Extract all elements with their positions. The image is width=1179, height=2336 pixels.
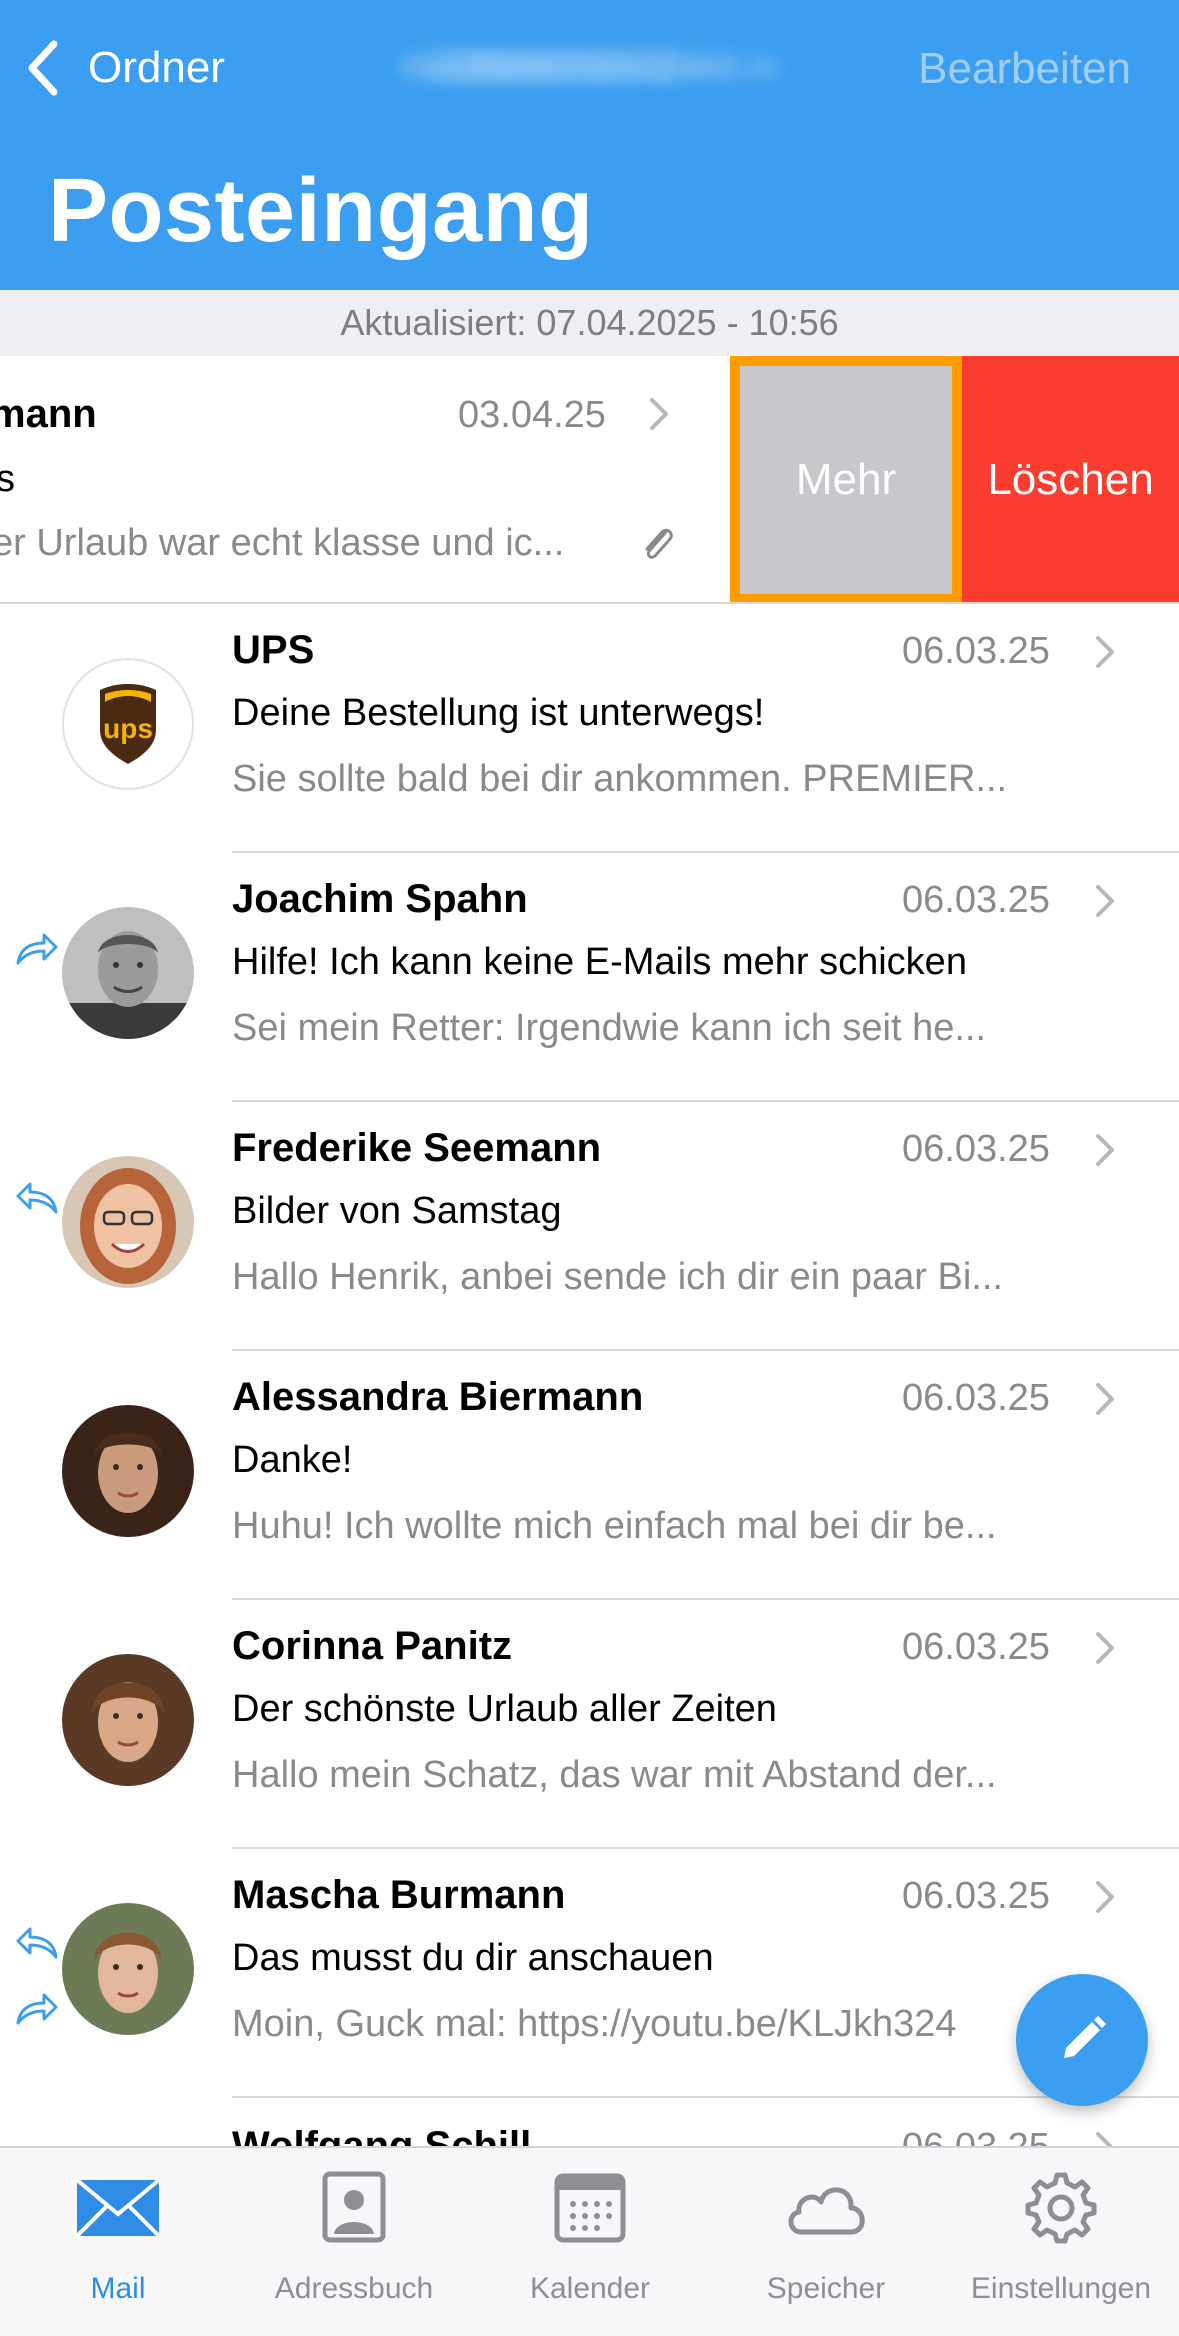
back-button[interactable]: Ordner	[22, 36, 225, 100]
last-updated-status: Aktualisiert: 07.04.2025 - 10:56	[0, 290, 1179, 356]
mail-preview: Hallo mein Schatz, das war mit Abstand d…	[232, 1754, 997, 1796]
mail-date: 06.03.25	[902, 1875, 1050, 1917]
mail-date: 06.03.25	[902, 630, 1050, 672]
mail-sender: Mascha Burmann	[232, 1873, 566, 1917]
mail-sender: Joachim Spahn	[232, 877, 528, 921]
mail-icon	[75, 2178, 161, 2238]
chevron-right-icon	[1096, 2132, 1113, 2146]
tab-mail[interactable]: Mail	[0, 2148, 236, 2336]
swiped-mail-row[interactable]: mann 03.04.25 s er Urlaub war echt klass…	[0, 356, 1179, 604]
calendar-icon	[554, 2173, 626, 2243]
mail-date: 06.03.25	[902, 1377, 1050, 1419]
mail-subject: Danke!	[232, 1439, 353, 1481]
avatar	[62, 1405, 194, 1537]
mail-sender: Alessandra Biermann	[232, 1375, 644, 1419]
person-photo-icon	[62, 1405, 194, 1537]
mail-subject: Das musst du dir anschauen	[232, 1937, 714, 1979]
person-photo-icon	[62, 907, 194, 1039]
list-item[interactable]: Corinna Panitz 06.03.25 Der schönste Url…	[0, 1600, 1179, 1849]
navigation-header: Ordner max.mustermann@web.de Bearbeiten …	[0, 0, 1179, 290]
person-photo-icon	[62, 1156, 194, 1288]
avatar	[62, 907, 194, 1039]
account-address: max.mustermann@web.de	[400, 48, 780, 84]
swiped-mail-content[interactable]: mann 03.04.25 s er Urlaub war echt klass…	[0, 356, 730, 602]
tab-storage[interactable]: Speicher	[708, 2148, 944, 2336]
list-item[interactable]: Frederike Seemann 06.03.25 Bilder von Sa…	[0, 1102, 1179, 1351]
mail-subject: s	[0, 458, 15, 501]
chevron-right-icon	[1096, 1881, 1114, 1913]
compose-button[interactable]	[1016, 1974, 1148, 2106]
list-item[interactable]: Mascha Burmann 06.03.25 Das musst du dir…	[0, 1849, 1179, 2098]
mail-date: 06.03.25	[902, 1128, 1050, 1170]
mail-sender: UPS	[232, 628, 315, 672]
mail-date: 06.03.25	[902, 2126, 1050, 2146]
replied-icon	[16, 1182, 58, 1214]
pencil-icon	[1064, 2016, 1106, 2058]
edit-button[interactable]: Bearbeiten	[918, 44, 1131, 94]
mail-preview: er Urlaub war echt klasse und ic...	[0, 522, 565, 564]
mail-subject: Hilfe! Ich kann keine E-Mails mehr schic…	[232, 941, 967, 983]
mail-preview: Sie sollte bald bei dir ankommen. PREMIE…	[232, 758, 1008, 800]
more-action-button[interactable]: Mehr	[730, 356, 962, 602]
avatar	[62, 1156, 194, 1288]
chevron-right-icon	[1096, 1632, 1114, 1664]
list-item[interactable]: Alessandra Biermann 06.03.25 Danke! Huhu…	[0, 1351, 1179, 1600]
chevron-right-icon	[1096, 1134, 1114, 1166]
avatar: ups	[62, 658, 194, 790]
svg-text:ups: ups	[103, 713, 153, 744]
tab-settings[interactable]: Einstellungen	[943, 2148, 1179, 2336]
tab-label: Mail	[90, 2272, 146, 2305]
person-photo-icon	[62, 1654, 194, 1786]
tab-calendar[interactable]: Kalender	[472, 2148, 708, 2336]
avatar	[62, 1903, 194, 2035]
mail-sender: mann	[0, 392, 97, 436]
mail-date: 06.03.25	[902, 879, 1050, 921]
list-item[interactable]: Joachim Spahn 06.03.25 Hilfe! Ich kann k…	[0, 853, 1179, 1102]
tab-label: Kalender	[529, 2272, 651, 2305]
mail-date: 03.04.25	[458, 394, 606, 436]
contact-icon	[322, 2171, 386, 2243]
mail-date: 06.03.25	[902, 1626, 1050, 1668]
mail-preview: Sei mein Retter: Irgendwie kann ich seit…	[232, 1007, 987, 1049]
chevron-right-icon	[650, 398, 668, 430]
chevron-right-icon	[1096, 1383, 1114, 1415]
tab-addressbook[interactable]: Adressbuch	[236, 2148, 472, 2336]
list-item[interactable]: Wolfgang Schill 06.03.25	[0, 2100, 1179, 2146]
chevron-right-icon	[1096, 885, 1114, 917]
mail-preview: Huhu! Ich wollte mich einfach mal bei di…	[232, 1505, 997, 1547]
back-label: Ordner	[88, 43, 225, 92]
row-divider	[232, 2096, 1179, 2098]
replied-icon	[16, 1927, 58, 1959]
mail-preview: Hallo Henrik, anbei sende ich dir ein pa…	[232, 1256, 1003, 1298]
gear-icon	[1025, 2172, 1097, 2244]
tab-label: Adressbuch	[274, 2272, 434, 2305]
mail-subject: Deine Bestellung ist unterwegs!	[232, 692, 765, 734]
mail-subject: Der schönste Urlaub aller Zeiten	[232, 1688, 777, 1730]
tab-label: Speicher	[766, 2272, 886, 2305]
chevron-right-icon	[1096, 636, 1114, 668]
mail-sender: Corinna Panitz	[232, 1624, 513, 1668]
tab-bar: Mail Adressbuch Kalender Speicher Einste…	[0, 2146, 1179, 2336]
page-title: Posteingang	[48, 161, 594, 261]
ups-logo-icon: ups	[100, 684, 156, 764]
cloud-icon	[788, 2187, 865, 2235]
chevron-left-icon	[28, 40, 58, 96]
forwarded-icon	[16, 1993, 58, 2025]
person-photo-icon	[62, 1903, 194, 2035]
mail-sender: Wolfgang Schill	[232, 2124, 532, 2146]
avatar	[62, 1654, 194, 1786]
list-item[interactable]: ups UPS 06.03.25 Deine Bestellung ist un…	[0, 604, 1179, 853]
mail-subject: Bilder von Samstag	[232, 1190, 562, 1232]
mail-sender: Frederike Seemann	[232, 1126, 602, 1170]
forwarded-icon	[16, 933, 58, 965]
paperclip-icon	[645, 528, 673, 559]
mail-preview: Moin, Guck mal: https://youtu.be/KLJkh32…	[232, 2003, 957, 2045]
tab-label: Einstellungen	[970, 2272, 1152, 2305]
delete-action-button[interactable]: Löschen	[962, 356, 1179, 602]
